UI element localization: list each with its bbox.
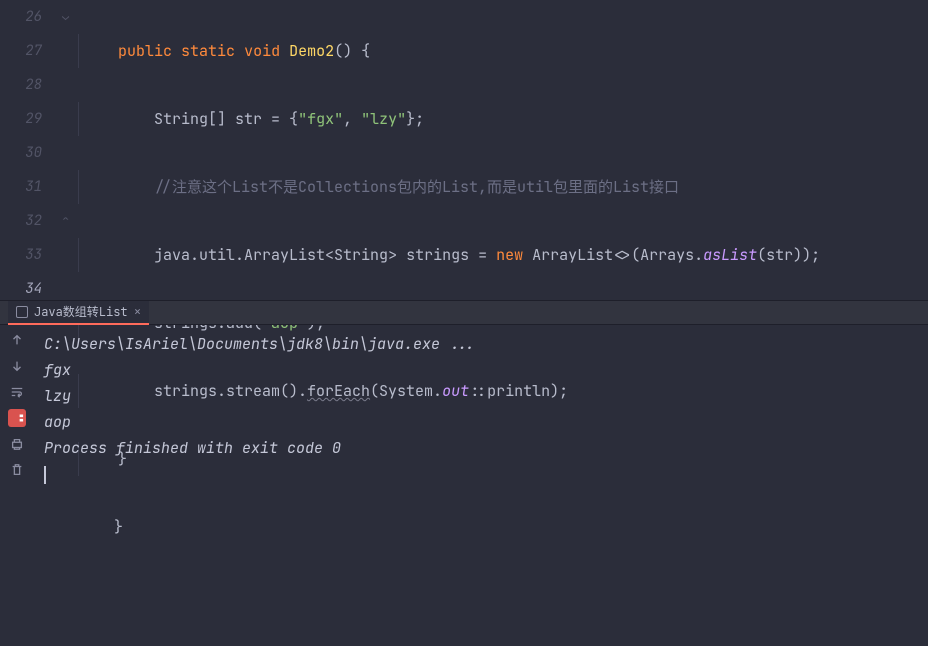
code-text: strings xyxy=(397,245,478,265)
console-output[interactable]: C:\Users\IsAriel\Documents\jdk8\bin\java… xyxy=(34,325,928,552)
run-tab-label: Java数组转List xyxy=(34,303,128,320)
keyword: new xyxy=(496,245,523,265)
line-number: 26 xyxy=(0,0,42,34)
line-number: 31 xyxy=(0,170,42,204)
code-text: , xyxy=(343,109,361,129)
keyword: static xyxy=(181,41,235,61)
code-text: ArrayList<>(Arrays. xyxy=(523,245,703,265)
code-text: (str)); xyxy=(757,245,820,265)
output-line: lzy xyxy=(44,383,918,409)
keyword: public xyxy=(118,41,172,61)
fold-gutter: ⌄ ⌃ xyxy=(60,0,78,300)
line-gutter: 26 27 28 29 30 31 32 33 34 xyxy=(0,0,60,300)
code-text: String[] str xyxy=(154,109,271,129)
line-number: 28 xyxy=(0,68,42,102)
scroll-down-button[interactable] xyxy=(8,357,26,375)
output-exit: Process finished with exit code 0 xyxy=(44,435,918,461)
fold-open-icon[interactable]: ⌄ xyxy=(62,8,69,24)
output-line: C:\Users\IsAriel\Documents\jdk8\bin\java… xyxy=(44,331,918,357)
static-method: asList xyxy=(703,245,757,265)
close-tab-icon[interactable]: × xyxy=(134,303,142,320)
code-text: < xyxy=(325,245,334,265)
code-text: > xyxy=(388,245,397,265)
line-number: 33 xyxy=(0,238,42,272)
run-config-icon xyxy=(16,306,28,318)
line-number: 30 xyxy=(0,136,42,170)
string-literal: "lzy" xyxy=(361,109,406,129)
code-text: }; xyxy=(406,109,424,129)
code-area[interactable]: public static void Demo2() { String[] st… xyxy=(78,0,928,300)
print-button[interactable] xyxy=(8,435,26,453)
scroll-up-button[interactable] xyxy=(8,331,26,349)
code-text: () xyxy=(334,41,352,61)
operator: = xyxy=(478,245,487,265)
output-line: aop xyxy=(44,409,918,435)
line-number: 32 xyxy=(0,204,42,238)
console-toolbar xyxy=(0,325,34,552)
run-console: Java数组转List × C:\Users\IsAriel\Documents… xyxy=(0,300,928,552)
generic-type: String xyxy=(334,245,388,265)
method-name: Demo2 xyxy=(289,41,334,61)
code-text: { xyxy=(280,109,298,129)
code-text: { xyxy=(352,41,370,61)
stop-button[interactable] xyxy=(8,409,26,427)
console-tabbar: Java数组转List × xyxy=(0,301,928,325)
string-literal: "fgx" xyxy=(298,109,343,129)
keyword: void xyxy=(244,41,280,61)
run-tab[interactable]: Java数组转List × xyxy=(8,301,149,325)
delete-button[interactable] xyxy=(8,461,26,479)
line-number: 29 xyxy=(0,102,42,136)
line-number: 27 xyxy=(0,34,42,68)
output-line: fgx xyxy=(44,357,918,383)
soft-wrap-button[interactable] xyxy=(8,383,26,401)
comment: //注意这个List不是Collections包内的List,而是util包里面… xyxy=(154,177,679,197)
code-text xyxy=(487,245,496,265)
fold-close-icon[interactable]: ⌃ xyxy=(62,212,69,228)
operator: = xyxy=(271,109,280,129)
console-cursor xyxy=(44,466,46,484)
code-editor[interactable]: 26 27 28 29 30 31 32 33 34 ⌄ ⌃ public st… xyxy=(0,0,928,300)
code-text: java.util.ArrayList xyxy=(154,245,325,265)
